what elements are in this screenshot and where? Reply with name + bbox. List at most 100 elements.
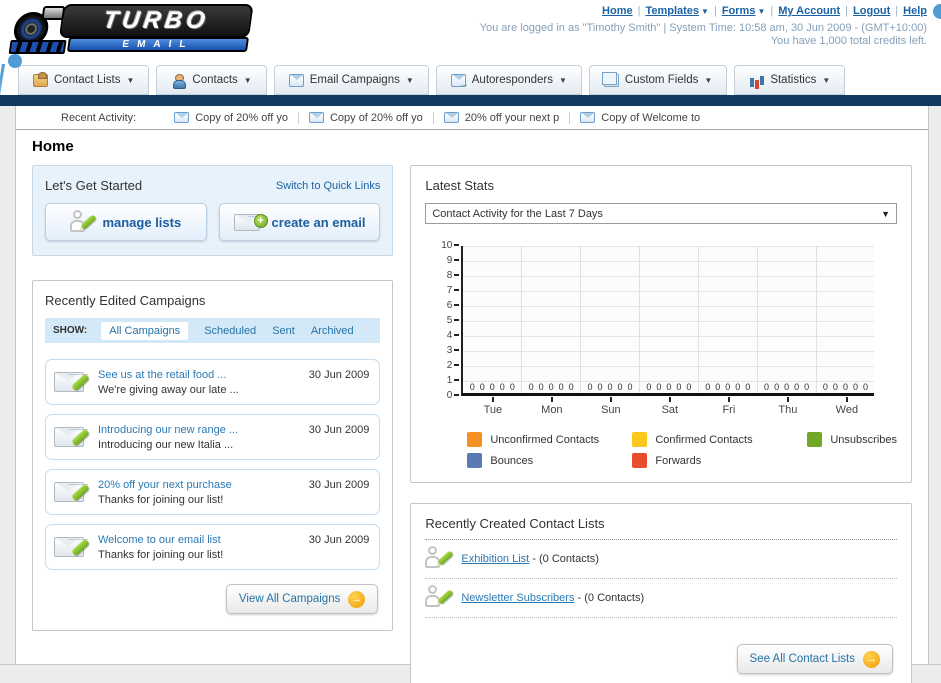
edit-email-icon [54, 479, 90, 505]
header-nav-item: My Account | [778, 5, 853, 17]
divider: | [637, 5, 641, 17]
custom-fields-icon [601, 71, 619, 87]
header-nav-link[interactable]: Logout [853, 5, 890, 17]
x-tick-label: Sun [581, 396, 640, 416]
header-nav-link[interactable]: Forms ▼ [722, 5, 766, 17]
arrow-right-icon: → [863, 650, 880, 668]
view-all-campaigns-button[interactable]: View All Campaigns → [225, 584, 379, 614]
chevron-down-icon: ▼ [701, 7, 709, 16]
campaign-date: 30 Jun 2009 [308, 479, 370, 491]
chevron-down-icon: ▼ [243, 75, 252, 85]
bar-value-label: 0 [686, 382, 692, 392]
chevron-down-icon: ▼ [405, 75, 414, 85]
contact-list-row[interactable]: Exhibition List - (0 Contacts) [425, 540, 897, 579]
bar-value-label: 0 [725, 382, 731, 392]
legend-item: Unconfirmed Contacts [467, 432, 632, 447]
bar-value-label: 0 [656, 382, 662, 392]
recent-campaigns-title: Recently Edited Campaigns [45, 293, 206, 308]
campaign-filter-tab[interactable]: Sent [272, 325, 295, 337]
show-label: SHOW: [53, 325, 88, 336]
contacts-icon [171, 73, 187, 89]
recent-activity-item[interactable]: Copy of Welcome to [570, 112, 710, 124]
bar-value-label: 0 [862, 382, 868, 392]
create-email-button[interactable]: + create an email [218, 203, 381, 241]
bar-value-label: 0 [607, 382, 613, 392]
campaign-title-link[interactable]: 20% off your next purchase [98, 479, 299, 491]
recent-activity-item[interactable]: 20% off your next p [434, 111, 571, 124]
bar-value-label: 0 [568, 382, 574, 392]
x-tick-label: Mon [522, 396, 581, 416]
bar-value-label: 0 [715, 382, 721, 392]
header-nav-link[interactable]: Help [903, 5, 927, 17]
bar-value-label: 0 [774, 382, 780, 392]
campaign-filter-bar: SHOW: All Campaigns Scheduled Sent Archived [45, 318, 381, 343]
campaign-title-link[interactable]: Welcome to our email list [98, 534, 299, 546]
main-nav-tabs: Contact Lists ▼ Contacts ▼ Email Campaig… [0, 64, 941, 95]
bar-value-label: 0 [617, 382, 623, 392]
header-nav-item: Templates ▼ | [645, 5, 721, 17]
page-title: Home [32, 138, 74, 155]
tab-autoresponders[interactable]: Autoresponders ▼ [435, 65, 582, 95]
header-nav-item: Help [903, 5, 927, 17]
y-tick-label: 4 [431, 329, 459, 343]
recent-activity-item[interactable]: Copy of 20% off yo [164, 111, 299, 124]
header-nav-link[interactable]: My Account [778, 5, 840, 17]
campaign-date: 30 Jun 2009 [308, 369, 370, 381]
chevron-down-icon: ▼ [822, 75, 831, 85]
contact-list-link[interactable]: Newsletter Subscribers [461, 592, 574, 604]
campaign-row[interactable]: Welcome to our email list Thanks for joi… [45, 524, 381, 570]
contact-list-count: - (0 Contacts) [532, 553, 599, 565]
login-info: You are logged in as "Timothy Smith" | S… [479, 22, 927, 34]
y-tick-label: 7 [431, 284, 459, 298]
campaign-filter-tab[interactable]: Archived [311, 325, 354, 337]
y-tick-label: 3 [431, 344, 459, 358]
bar-value-label: 0 [705, 382, 711, 392]
autoresponders-icon [450, 73, 469, 90]
decorative-blue-dot [8, 54, 22, 68]
campaign-subtitle: We're giving away our late ... [98, 383, 239, 396]
campaign-row[interactable]: See us at the retail food ... We're givi… [45, 359, 381, 405]
tab-contacts[interactable]: Contacts ▼ [156, 65, 267, 95]
header-nav-link[interactable]: Home [602, 5, 633, 17]
legend-swatch [467, 432, 483, 447]
chevron-down-icon: ▼ [126, 75, 135, 85]
header-nav-item: Home | [602, 5, 645, 17]
switch-quick-links-link[interactable]: Switch to Quick Links [276, 180, 381, 192]
header-nav-item: Logout | [853, 5, 903, 17]
tab-contact-lists[interactable]: Contact Lists ▼ [18, 65, 150, 95]
bar-value-label: 0 [764, 382, 770, 392]
edit-list-icon [425, 546, 455, 572]
tab-custom-fields[interactable]: Custom Fields ▼ [588, 65, 728, 95]
divider: | [895, 5, 899, 17]
stats-period-dropdown[interactable]: Contact Activity for the Last 7 Days ▼ [425, 203, 897, 224]
content-frame: Recent Activity: Copy of 20% off yo Copy… [15, 106, 929, 683]
y-tick-label: 6 [431, 299, 459, 313]
campaign-row[interactable]: Introducing our new range ... Introducin… [45, 414, 381, 460]
contact-list-link[interactable]: Exhibition List [461, 553, 529, 565]
legend-swatch [467, 453, 483, 468]
chart-y-axis: 10 9 8 7 6 5 4 3 2 1 0 [431, 240, 461, 401]
chart-day-group: 00000 [640, 246, 699, 393]
legend-item: Unsubscribes [807, 432, 897, 447]
header-nav-link[interactable]: Templates ▼ [645, 5, 709, 17]
edit-list-icon [425, 585, 455, 611]
campaign-date: 30 Jun 2009 [308, 424, 370, 436]
campaign-filter-tab[interactable]: All Campaigns [101, 321, 189, 340]
contact-list-row[interactable]: Newsletter Subscribers - (0 Contacts) [425, 579, 897, 618]
campaign-title-link[interactable]: Introducing our new range ... [98, 424, 299, 436]
campaign-filter-tab[interactable]: Scheduled [204, 325, 256, 337]
tab-email-campaigns[interactable]: Email Campaigns ▼ [273, 65, 429, 95]
bar-value-label: 0 [666, 382, 672, 392]
manage-lists-button[interactable]: manage lists [45, 203, 207, 241]
recent-activity-item[interactable]: Copy of 20% off yo [299, 111, 434, 124]
see-all-contact-lists-button[interactable]: See All Contact Lists → [736, 644, 893, 674]
chart-day-group: 00000 [817, 246, 875, 393]
chevron-down-icon: ▼ [757, 7, 766, 16]
edit-list-icon [70, 210, 98, 234]
recent-activity-label: Recent Activity: [61, 111, 137, 124]
chevron-down-icon: ▼ [881, 208, 890, 219]
campaign-title-link[interactable]: See us at the retail food ... [98, 369, 299, 381]
tab-statistics[interactable]: Statistics ▼ [734, 65, 846, 95]
campaign-row[interactable]: 20% off your next purchase Thanks for jo… [45, 469, 381, 515]
logo-text-email: EMAIL [66, 37, 250, 52]
